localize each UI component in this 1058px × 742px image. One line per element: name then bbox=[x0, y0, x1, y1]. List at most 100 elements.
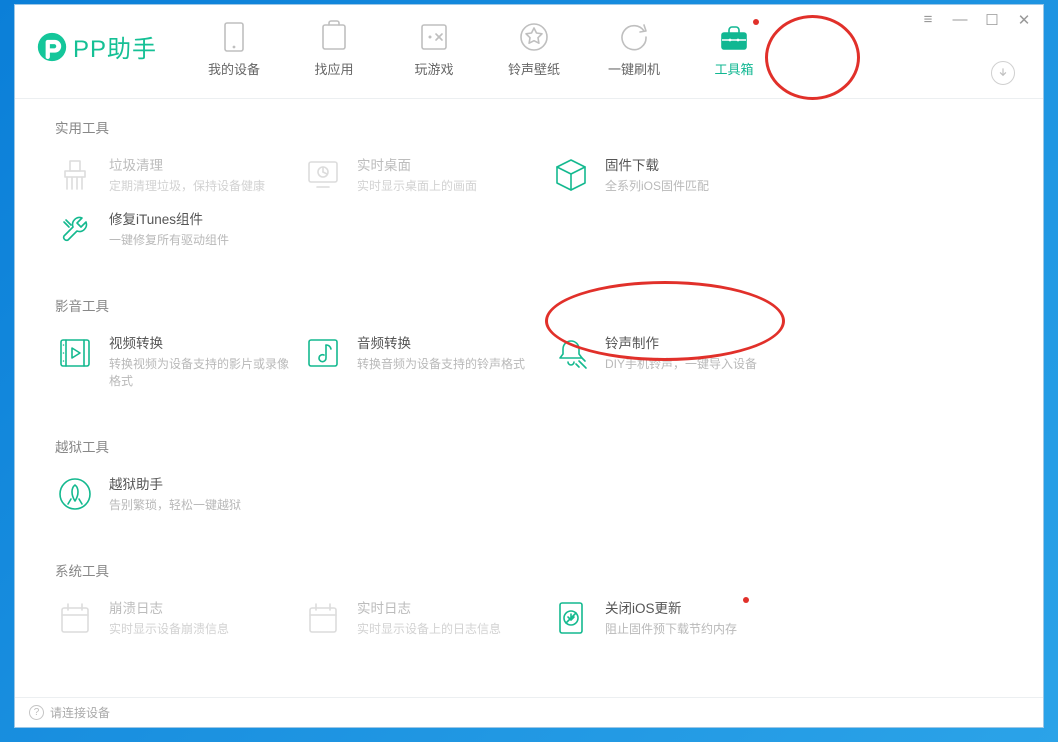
section-title: 系统工具 bbox=[55, 560, 1017, 580]
tool-item[interactable]: 音频转换 转换音频为设备支持的铃声格式 bbox=[303, 333, 551, 390]
nav-label: 铃声壁纸 bbox=[508, 59, 560, 78]
section: 实用工具 垃圾清理 定期清理垃圾，保持设备健康 实时桌面 实时显示桌面上的画面 … bbox=[55, 117, 1017, 263]
section: 越狱工具 越狱助手 告别繁琐，轻松一键越狱 bbox=[55, 436, 1017, 528]
tool-title: 崩溃日志 bbox=[109, 599, 229, 619]
tool-item[interactable]: 修复iTunes组件 一键修复所有驱动组件 bbox=[55, 209, 303, 249]
tool-title: 铃声制作 bbox=[605, 334, 757, 354]
tool-subtitle: 一键修复所有驱动组件 bbox=[109, 232, 229, 249]
tool-subtitle: DIY手机铃声，一键导入设备 bbox=[605, 356, 757, 373]
nav-label: 工具箱 bbox=[714, 59, 753, 78]
tool-title: 实时桌面 bbox=[357, 156, 477, 176]
flash-icon bbox=[616, 17, 652, 57]
tool-item[interactable]: 崩溃日志 实时显示设备崩溃信息 bbox=[55, 598, 303, 638]
tool-title: 视频转换 bbox=[109, 334, 289, 354]
tool-texts: 垃圾清理 定期清理垃圾，保持设备健康 bbox=[109, 155, 265, 195]
nav-games[interactable]: 玩游戏 bbox=[405, 17, 463, 78]
tool-texts: 实时日志 实时显示设备上的日志信息 bbox=[357, 598, 501, 638]
nav-label: 我的设备 bbox=[208, 59, 260, 78]
tool-title: 垃圾清理 bbox=[109, 156, 265, 176]
tool-texts: 关闭iOS更新 阻止固件预下载节约内存 bbox=[605, 598, 737, 638]
content-area: 实用工具 垃圾清理 定期清理垃圾，保持设备健康 实时桌面 实时显示桌面上的画面 … bbox=[15, 99, 1043, 697]
tool-title: 关闭iOS更新 bbox=[605, 599, 737, 619]
video-icon bbox=[55, 333, 95, 373]
notification-dot bbox=[743, 597, 749, 603]
tool-title: 音频转换 bbox=[357, 334, 525, 354]
cube-icon bbox=[551, 155, 591, 195]
items-row: 崩溃日志 实时显示设备崩溃信息 实时日志 实时显示设备上的日志信息 关闭iOS更… bbox=[55, 598, 1017, 652]
wrench-icon bbox=[55, 209, 95, 249]
tool-texts: 实时桌面 实时显示桌面上的画面 bbox=[357, 155, 477, 195]
tool-title: 固件下载 bbox=[605, 156, 709, 176]
nav-label: 玩游戏 bbox=[414, 59, 453, 78]
tool-subtitle: 告别繁琐，轻松一键越狱 bbox=[109, 497, 241, 514]
section: 影音工具 视频转换 转换视频为设备支持的影片或录像格式 音频转换 转换音频为设备… bbox=[55, 295, 1017, 404]
audio-icon bbox=[303, 333, 343, 373]
nav-label: 找应用 bbox=[314, 59, 353, 78]
tool-subtitle: 转换视频为设备支持的影片或录像格式 bbox=[109, 356, 289, 390]
tool-texts: 视频转换 转换视频为设备支持的影片或录像格式 bbox=[109, 333, 289, 390]
tool-item[interactable]: 垃圾清理 定期清理垃圾，保持设备健康 bbox=[55, 155, 303, 195]
tool-texts: 越狱助手 告别繁琐，轻松一键越狱 bbox=[109, 474, 241, 514]
minimize-button[interactable]: — bbox=[951, 11, 969, 29]
tool-subtitle: 实时显示设备崩溃信息 bbox=[109, 621, 229, 638]
tool-subtitle: 全系列iOS固件匹配 bbox=[605, 178, 709, 195]
tool-texts: 修复iTunes组件 一键修复所有驱动组件 bbox=[109, 209, 229, 249]
tool-item[interactable]: 实时桌面 实时显示桌面上的画面 bbox=[303, 155, 551, 195]
brush-icon bbox=[55, 155, 95, 195]
logo-text: PP助手 bbox=[73, 29, 157, 64]
nav-apps[interactable]: 找应用 bbox=[305, 17, 363, 78]
items-row: 垃圾清理 定期清理垃圾，保持设备健康 实时桌面 实时显示桌面上的画面 固件下载 … bbox=[55, 155, 1017, 263]
tool-subtitle: 定期清理垃圾，保持设备健康 bbox=[109, 178, 265, 195]
calendar-icon bbox=[303, 598, 343, 638]
monitor-icon bbox=[303, 155, 343, 195]
no-update-icon bbox=[551, 598, 591, 638]
section-title: 影音工具 bbox=[55, 295, 1017, 315]
status-bar: ? 请连接设备 bbox=[15, 697, 1043, 727]
download-indicator-icon[interactable] bbox=[991, 61, 1015, 85]
nav-ringtone-wall[interactable]: 铃声壁纸 bbox=[505, 17, 563, 78]
nav-device[interactable]: 我的设备 bbox=[205, 17, 263, 78]
help-icon[interactable]: ? bbox=[29, 705, 44, 720]
rocket-icon bbox=[55, 474, 95, 514]
tool-item[interactable]: 铃声制作 DIY手机铃声，一键导入设备 bbox=[551, 333, 799, 390]
tool-item[interactable]: 实时日志 实时显示设备上的日志信息 bbox=[303, 598, 551, 638]
tool-item[interactable]: 越狱助手 告别繁琐，轻松一键越狱 bbox=[55, 474, 303, 514]
ringtone-wall-icon bbox=[516, 17, 552, 57]
tool-title: 实时日志 bbox=[357, 599, 501, 619]
section: 系统工具 崩溃日志 实时显示设备崩溃信息 实时日志 实时显示设备上的日志信息 关… bbox=[55, 560, 1017, 652]
notification-dot bbox=[753, 19, 759, 25]
section-title: 实用工具 bbox=[55, 117, 1017, 137]
status-text: 请连接设备 bbox=[50, 704, 110, 721]
tool-title: 修复iTunes组件 bbox=[109, 210, 229, 230]
device-icon bbox=[216, 17, 252, 57]
tool-subtitle: 阻止固件预下载节约内存 bbox=[605, 621, 737, 638]
tool-texts: 铃声制作 DIY手机铃声，一键导入设备 bbox=[605, 333, 757, 373]
section-title: 越狱工具 bbox=[55, 436, 1017, 456]
tool-item[interactable]: 固件下载 全系列iOS固件匹配 bbox=[551, 155, 799, 195]
tool-texts: 音频转换 转换音频为设备支持的铃声格式 bbox=[357, 333, 525, 373]
bell-icon bbox=[551, 333, 591, 373]
close-button[interactable]: ✕ bbox=[1015, 11, 1033, 29]
apps-icon bbox=[316, 17, 352, 57]
tool-texts: 固件下载 全系列iOS固件匹配 bbox=[605, 155, 709, 195]
nav-tabs: 我的设备 找应用 玩游戏 铃声壁纸 一键刷机 工具箱 bbox=[205, 5, 763, 78]
items-row: 越狱助手 告别繁琐，轻松一键越狱 bbox=[55, 474, 1017, 528]
tool-subtitle: 实时显示桌面上的画面 bbox=[357, 178, 477, 195]
maximize-button[interactable]: ☐ bbox=[983, 11, 1001, 29]
logo: PP助手 bbox=[15, 5, 195, 64]
calendar-icon bbox=[55, 598, 95, 638]
nav-flash[interactable]: 一键刷机 bbox=[605, 17, 663, 78]
titlebar: PP助手 我的设备 找应用 玩游戏 铃声壁纸 一键刷机 工具箱 ≡ — ☐ ✕ bbox=[15, 5, 1043, 99]
tool-title: 越狱助手 bbox=[109, 475, 241, 495]
tool-item[interactable]: 关闭iOS更新 阻止固件预下载节约内存 bbox=[551, 598, 799, 638]
tool-texts: 崩溃日志 实时显示设备崩溃信息 bbox=[109, 598, 229, 638]
nav-toolbox[interactable]: 工具箱 bbox=[705, 17, 763, 78]
tool-item[interactable]: 视频转换 转换视频为设备支持的影片或录像格式 bbox=[55, 333, 303, 390]
menu-button[interactable]: ≡ bbox=[919, 11, 937, 29]
window-controls: ≡ — ☐ ✕ bbox=[919, 11, 1033, 29]
items-row: 视频转换 转换视频为设备支持的影片或录像格式 音频转换 转换音频为设备支持的铃声… bbox=[55, 333, 1017, 404]
nav-label: 一键刷机 bbox=[608, 59, 660, 78]
app-window: PP助手 我的设备 找应用 玩游戏 铃声壁纸 一键刷机 工具箱 ≡ — ☐ ✕ 实用工具 … bbox=[14, 4, 1044, 728]
toolbox-icon bbox=[716, 17, 752, 57]
tool-subtitle: 实时显示设备上的日志信息 bbox=[357, 621, 501, 638]
